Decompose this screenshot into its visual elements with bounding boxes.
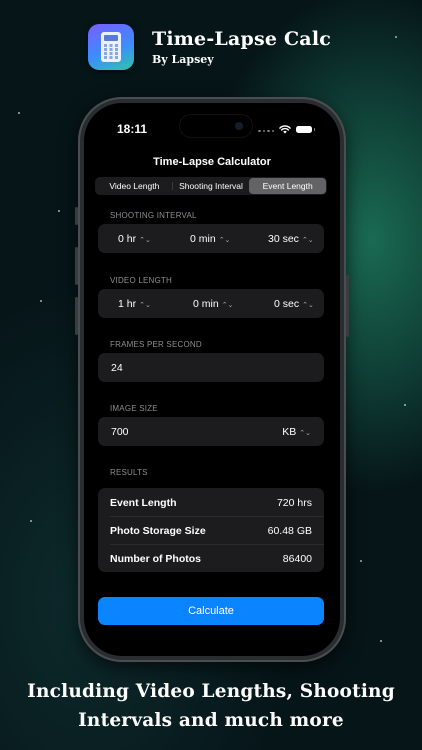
tab-event-length[interactable]: Event Length (249, 178, 327, 194)
star (40, 300, 42, 302)
result-key: Photo Storage Size (110, 525, 206, 537)
cellular-signal-icon (258, 126, 274, 132)
chevron-updown-icon: ⌃⌄ (139, 237, 151, 244)
results-card: Event Length 720 hrs Photo Storage Size … (98, 488, 324, 572)
image-size-value: 700 (111, 426, 129, 438)
calculate-button[interactable]: Calculate (98, 597, 324, 625)
video-hours-picker[interactable]: 1 hr ⌃⌄ (118, 298, 151, 310)
phone-frame: 18:11 Time-Lapse Calculator Video Length… (75, 97, 349, 662)
app-screen: 18:11 Time-Lapse Calculator Video Length… (84, 103, 340, 656)
tab-shooting-interval[interactable]: Shooting Interval (173, 178, 250, 194)
result-value: 86400 (282, 553, 312, 565)
star (30, 520, 32, 522)
star (360, 560, 362, 562)
fps-value: 24 (111, 362, 123, 374)
dynamic-island (180, 115, 252, 137)
results-label: RESULTS (110, 468, 148, 477)
result-key: Event Length (110, 497, 177, 509)
fps-field[interactable]: 24 (98, 353, 324, 382)
video-minutes-picker[interactable]: 0 min ⌃⌄ (193, 298, 233, 310)
shooting-interval-picker: 0 hr ⌃⌄ 0 min ⌃⌄ 30 sec ⌃⌄ (98, 224, 324, 253)
fps-label: FRAMES PER SECOND (110, 340, 202, 349)
image-size-field[interactable]: 700 KB ⌃⌄ (98, 417, 324, 446)
result-row: Number of Photos 86400 (110, 544, 312, 572)
caption-line-1: Including Video Lengths, Shooting (27, 681, 395, 702)
image-size-label: IMAGE SIZE (110, 404, 158, 413)
star (380, 640, 382, 642)
wifi-icon (279, 124, 291, 133)
image-size-unit-picker[interactable]: KB ⌃⌄ (282, 426, 311, 438)
result-value: 720 hrs (276, 497, 312, 509)
result-row: Photo Storage Size 60.48 GB (110, 516, 312, 544)
star (58, 210, 60, 212)
chevron-updown-icon: ⌃⌄ (301, 237, 314, 244)
tab-video-length[interactable]: Video Length (96, 178, 173, 194)
star (18, 112, 20, 114)
mode-segmented-control[interactable]: Video Length Shooting Interval Event Len… (95, 177, 327, 195)
calculator-icon (88, 24, 134, 70)
shooting-interval-label: SHOOTING INTERVAL (110, 211, 197, 220)
status-icons (258, 124, 315, 134)
app-name: Time-Lapse Calc (152, 28, 332, 50)
status-time: 18:11 (117, 122, 148, 136)
video-length-picker: 1 hr ⌃⌄ 0 min ⌃⌄ 0 sec ⌃⌄ (98, 289, 324, 318)
star (404, 404, 406, 406)
screen-title: Time-Lapse Calculator (153, 156, 271, 168)
shooting-minutes-picker[interactable]: 0 min ⌃⌄ (190, 233, 230, 245)
result-key: Number of Photos (110, 553, 201, 565)
developer-name: By Lapsey (152, 53, 214, 66)
chevron-updown-icon: ⌃⌄ (139, 302, 151, 309)
shooting-seconds-picker[interactable]: 30 sec ⌃⌄ (268, 233, 314, 245)
video-length-label: VIDEO LENGTH (110, 276, 172, 285)
result-value: 60.48 GB (267, 525, 312, 537)
caption-line-2: Intervals and much more (78, 710, 344, 731)
star (395, 36, 397, 38)
promo-caption: Including Video Lengths, Shooting Interv… (0, 677, 422, 735)
chevron-updown-icon: ⌃⌄ (302, 302, 314, 309)
shooting-hours-picker[interactable]: 0 hr ⌃⌄ (118, 233, 151, 245)
video-seconds-picker[interactable]: 0 sec ⌃⌄ (274, 298, 314, 310)
chevron-updown-icon: ⌃⌄ (218, 237, 231, 244)
battery-icon (296, 125, 315, 133)
chevron-updown-icon: ⌃⌄ (221, 302, 234, 309)
result-row: Event Length 720 hrs (110, 488, 312, 516)
chevron-updown-icon: ⌃⌄ (299, 430, 311, 437)
